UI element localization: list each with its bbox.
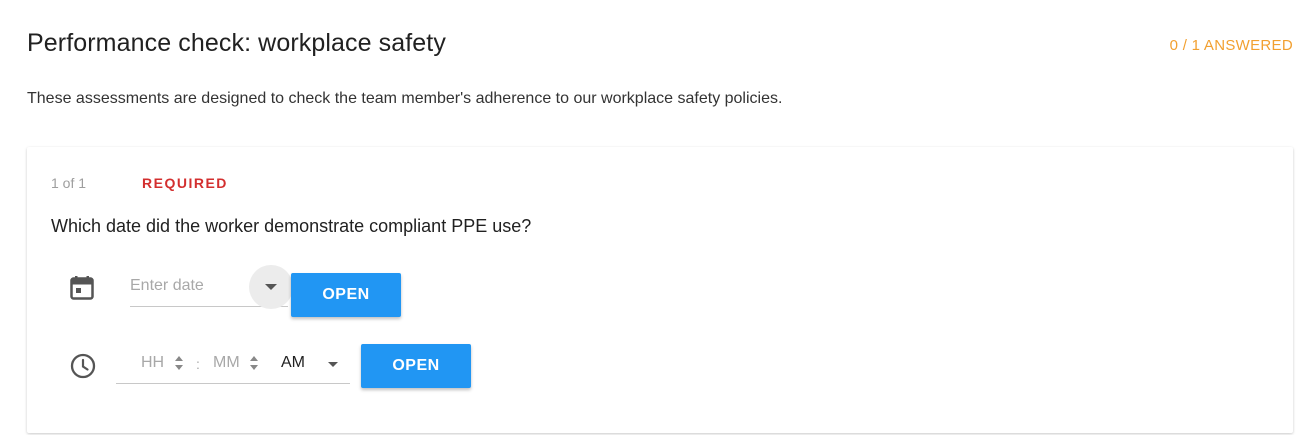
- calendar-icon: [70, 275, 94, 306]
- page-description: These assessments are designed to check …: [27, 90, 783, 107]
- question-card: 1 of 1 REQUIRED Which date did the worke…: [27, 147, 1293, 433]
- question-text: Which date did the worker demonstrate co…: [51, 216, 532, 236]
- time-separator: :: [196, 356, 200, 372]
- required-badge: REQUIRED: [142, 175, 228, 191]
- chevron-down-icon[interactable]: [328, 362, 338, 367]
- question-counter: 1 of 1: [51, 175, 87, 191]
- open-time-picker-button[interactable]: OPEN: [361, 344, 471, 388]
- minutes-input[interactable]: MM: [213, 354, 240, 372]
- meridiem-select[interactable]: AM: [281, 354, 305, 372]
- clock-icon: [70, 353, 96, 384]
- open-date-picker-button[interactable]: OPEN: [291, 273, 401, 317]
- chevron-down-icon: [265, 284, 277, 290]
- date-dropdown-button[interactable]: [249, 265, 293, 309]
- page-title: Performance check: workplace safety: [27, 29, 446, 57]
- hours-spinner-icon[interactable]: [174, 355, 184, 371]
- answered-status: 0 / 1 ANSWERED: [1169, 37, 1293, 54]
- hours-input[interactable]: HH: [141, 354, 164, 372]
- minutes-spinner-icon[interactable]: [249, 355, 259, 371]
- time-field: HH : MM AM: [116, 347, 350, 384]
- date-input[interactable]: [130, 268, 250, 304]
